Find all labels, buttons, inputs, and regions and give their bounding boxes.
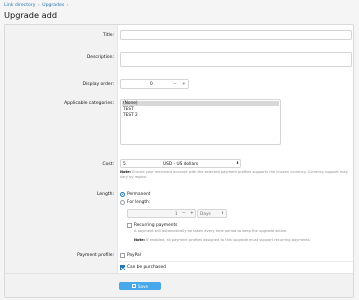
display-order-plus-button[interactable]: + (182, 82, 186, 87)
length-minus-button[interactable]: − (182, 211, 186, 216)
breadcrumb-separator: › (37, 3, 40, 8)
breadcrumb: Link directory › Upgrades › (4, 3, 70, 8)
length-permanent-radio[interactable] (120, 192, 125, 197)
category-option-test[interactable]: TEST (123, 107, 134, 112)
cost-amount-value: 5 (123, 161, 126, 167)
cost-label: Cost: (102, 162, 114, 167)
recurring-note-label: Note: (134, 238, 146, 242)
length-for-length-radio[interactable] (120, 200, 125, 205)
recurring-payments-checkbox[interactable] (127, 223, 132, 228)
length-for-length-label: For length: (127, 200, 151, 205)
save-button-label: Save (137, 283, 149, 289)
length-unit-value: Days (200, 211, 211, 217)
length-label: Length: (96, 192, 114, 197)
title-label: Title: (102, 33, 114, 38)
length-unit-chevron-icon: ⬍ (221, 211, 225, 215)
can-be-purchased-checkbox[interactable] (120, 265, 125, 270)
categories-multiselect[interactable]: (None) TEST TEST 2 (120, 99, 281, 145)
category-option-test-2[interactable]: TEST 2 (123, 113, 138, 118)
recurring-payments-label: Recurring payments (134, 223, 178, 228)
display-order-minus-button[interactable]: − (173, 82, 177, 87)
breadcrumb-link-directory[interactable]: Link directory (4, 3, 35, 8)
chevron-down-icon: ⬍ (236, 161, 240, 165)
length-amount-value: 1 (175, 211, 178, 217)
form-footer: Save (5, 273, 353, 297)
title-input[interactable] (120, 30, 352, 40)
breadcrumb-upgrades[interactable]: Upgrades (42, 3, 64, 8)
page-title: Upgrade add (4, 10, 58, 20)
length-permanent-label: Permanent (127, 192, 151, 197)
payment-profile-paypal-label: PayPal (127, 253, 141, 258)
recurring-note-text: If enabled, all payment profiles assigne… (146, 238, 311, 242)
recurring-payments-hint: A payment will automatically be taken ev… (134, 229, 288, 233)
length-plus-button[interactable]: + (190, 211, 194, 216)
payment-profile-label: Payment profile: (77, 253, 114, 258)
cost-amount-input[interactable]: 5 USD - US dollars ⬍ (120, 159, 241, 168)
category-option-none[interactable]: (None) (122, 101, 279, 106)
payment-profile-paypal-checkbox[interactable] (120, 253, 125, 258)
upgrade-form: Title: Description: Display order: 0 − +… (4, 24, 354, 298)
length-unit-select[interactable]: Days ⬍ (197, 209, 227, 218)
breadcrumb-separator-trail: › (66, 3, 69, 8)
display-order-stepper[interactable]: 0 − + (120, 79, 189, 89)
can-be-purchased-label: Can be purchased (127, 265, 166, 270)
save-button[interactable]: Save (119, 282, 161, 290)
recurring-note: Note: If enabled, all payment profiles a… (134, 238, 349, 243)
cost-currency-select[interactable]: USD - US dollars (163, 162, 198, 167)
cost-note-text: Ensure your merchant account with the se… (120, 170, 348, 179)
cost-note-label: Note: (120, 170, 132, 174)
display-order-label: Display order: (82, 82, 114, 87)
cost-note: Note: Ensure your merchant account with … (120, 170, 352, 179)
description-textarea[interactable] (120, 52, 352, 67)
length-amount-stepper[interactable]: 1 − + (127, 209, 196, 218)
save-icon (131, 284, 136, 288)
form-label-column (5, 25, 118, 273)
categories-label: Applicable categories: (64, 101, 114, 106)
description-label: Description: (86, 55, 114, 60)
display-order-value: 0 (150, 82, 153, 87)
form-divider (119, 261, 353, 262)
